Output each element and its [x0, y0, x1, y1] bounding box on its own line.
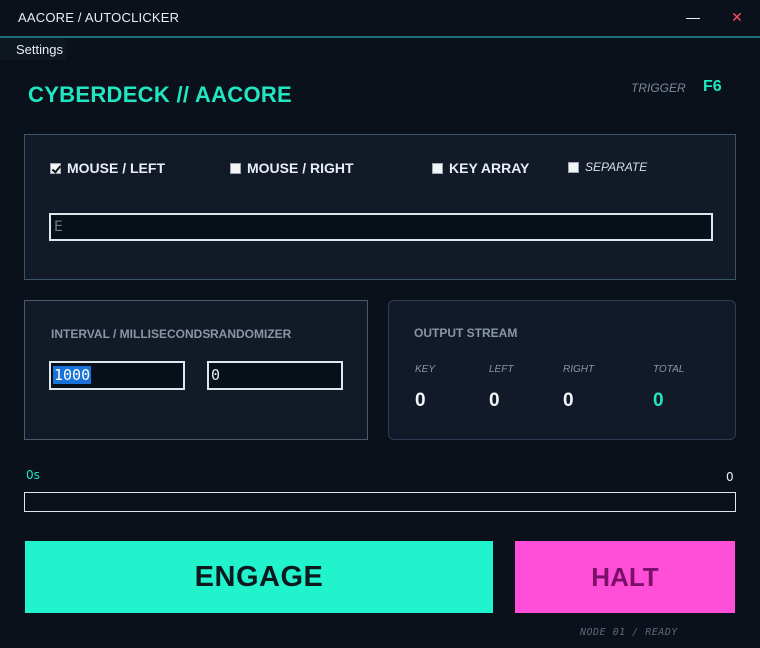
elapsed-time: 0s [26, 468, 40, 482]
checkbox-label: MOUSE / RIGHT [247, 160, 354, 176]
trigger-label: TRIGGER [631, 81, 686, 95]
key-input[interactable] [49, 213, 713, 241]
engage-button[interactable]: ENGAGE [25, 541, 493, 613]
randomizer-label: RANDOMIZER [210, 327, 292, 341]
right-count-value: 0 [563, 390, 574, 411]
key-count-label: KEY [415, 364, 436, 375]
total-count-label: TOTAL [653, 364, 685, 375]
interval-label: INTERVAL / MILLISECONDS [51, 327, 211, 341]
checkbox-box[interactable] [568, 161, 579, 173]
mouse-right-checkbox[interactable]: MOUSE / RIGHT [230, 160, 354, 176]
halt-button[interactable]: HALT [515, 541, 735, 613]
left-count-value: 0 [489, 390, 500, 411]
interval-input[interactable]: 1000 [49, 361, 185, 390]
trigger-key: F6 [703, 78, 722, 95]
minimize-button[interactable] [678, 4, 708, 30]
menu-bar: Settings [0, 38, 66, 60]
right-count-label: RIGHT [563, 364, 595, 375]
separate-checkbox[interactable]: SEPARATE [568, 160, 647, 174]
output-title: OUTPUT STREAM [414, 326, 518, 340]
checkbox-box[interactable] [230, 162, 241, 174]
progress-bar [24, 492, 736, 512]
title-bar: AACORE / AUTOCLICKER ✕ [0, 0, 760, 38]
click-count: 0 [726, 470, 734, 484]
randomizer-input[interactable]: 0 [207, 361, 343, 390]
left-count-label: LEFT [489, 364, 514, 375]
total-count-value: 0 [653, 390, 664, 411]
window-title: AACORE / AUTOCLICKER [18, 10, 180, 25]
key-count-value: 0 [415, 390, 426, 411]
app-brand: CYBERDECK // AACORE [28, 82, 293, 107]
close-icon: ✕ [731, 8, 743, 25]
status-text: NODE 01 / READY [580, 627, 678, 638]
checkbox-label: KEY ARRAY [449, 160, 530, 176]
randomizer-value: 0 [211, 366, 221, 384]
mouse-left-checkbox[interactable]: MOUSE / LEFT [50, 160, 165, 176]
checkbox-box[interactable] [50, 162, 61, 174]
checkbox-label: MOUSE / LEFT [67, 160, 165, 176]
key-array-checkbox[interactable]: KEY ARRAY [432, 160, 529, 176]
minimize-icon [686, 17, 700, 19]
checkbox-label: SEPARATE [585, 160, 648, 174]
mode-panel [24, 134, 736, 280]
interval-value: 1000 [53, 366, 92, 384]
menu-item-settings[interactable]: Settings [16, 42, 63, 57]
close-button[interactable]: ✕ [722, 4, 752, 30]
checkbox-box[interactable] [432, 162, 443, 174]
